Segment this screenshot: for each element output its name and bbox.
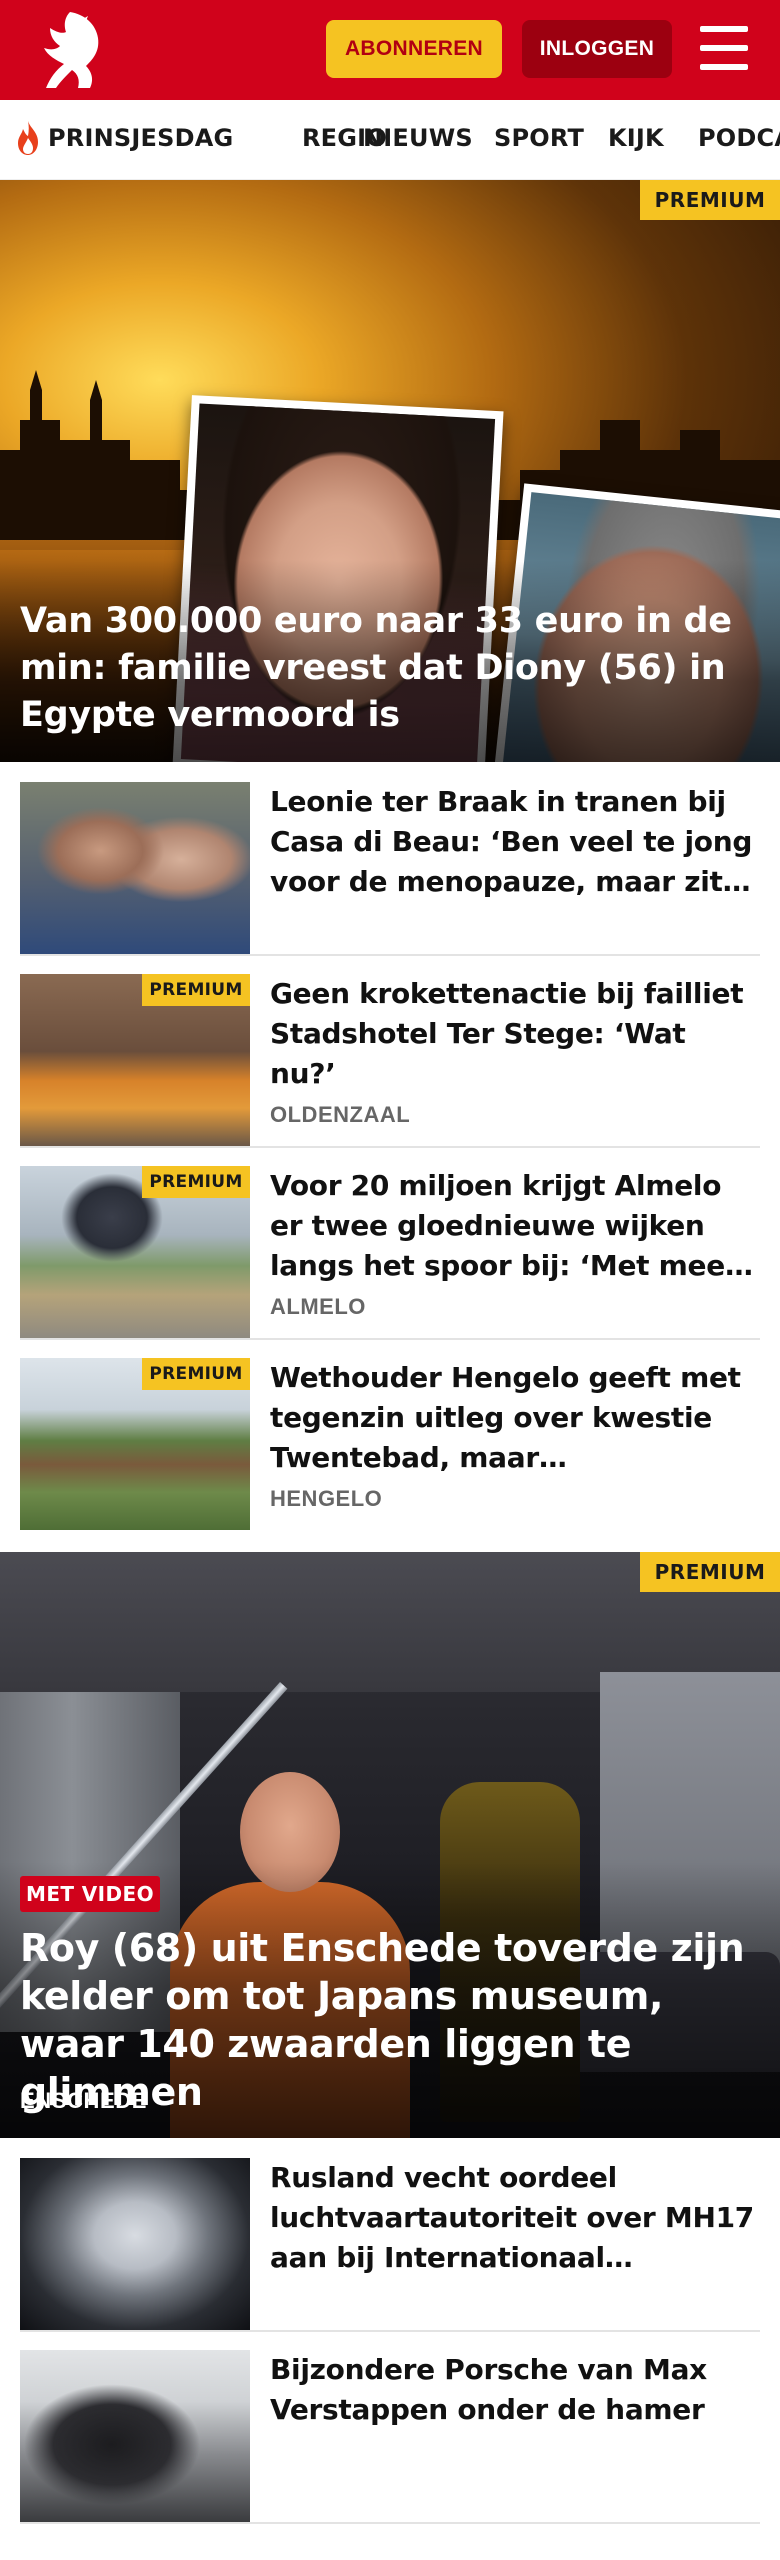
premium-badge: PREMIUM	[640, 180, 780, 220]
article-location: OLDENZAAL	[270, 1102, 411, 1127]
premium-badge: PREMIUM	[142, 1166, 250, 1198]
article-title[interactable]: Geen krokettenactie bij failliet Stadsho…	[270, 974, 760, 1094]
nav-item-kijk[interactable]: KIJK	[608, 124, 664, 152]
nav-item-sport[interactable]: SPORT	[494, 124, 584, 152]
subscribe-button[interactable]: ABONNEREN	[326, 20, 502, 78]
nav-item-prinsjesdag[interactable]: PRINSJESDAG	[48, 124, 233, 152]
article-thumbnail	[20, 2158, 250, 2330]
menu-icon[interactable]	[700, 24, 754, 74]
horse-logo-icon[interactable]	[34, 8, 106, 92]
login-button[interactable]: INLOGGEN	[522, 20, 672, 78]
article-location: ALMELO	[270, 1294, 366, 1319]
article-thumbnail: PREMIUM	[20, 1358, 250, 1530]
article-location: HENGELO	[270, 1486, 383, 1511]
article-thumbnail	[20, 2350, 250, 2522]
article-title[interactable]: Voor 20 miljoen krijgt Almelo er twee gl…	[270, 1166, 760, 1286]
article-title[interactable]: Rusland vecht oordeel luchtvaartautorite…	[270, 2158, 760, 2278]
premium-badge: PREMIUM	[142, 974, 250, 1006]
hero-article-top[interactable]: PREMIUM Van 300.000 euro naar 33 euro in…	[0, 180, 780, 762]
nav-item-nieuws[interactable]: NIEUWS	[363, 124, 473, 152]
flame-icon	[18, 121, 38, 155]
article-title[interactable]: Bijzondere Porsche van Max Verstappen on…	[270, 2350, 760, 2430]
list-item[interactable]: Bijzondere Porsche van Max Verstappen on…	[20, 2330, 760, 2522]
premium-badge: PREMIUM	[640, 1552, 780, 1592]
article-thumbnail: PREMIUM	[20, 1166, 250, 1338]
article-title[interactable]: Wethouder Hengelo geeft met tegenzin uit…	[270, 1358, 760, 1478]
premium-badge: PREMIUM	[142, 1358, 250, 1390]
list-item[interactable]: PREMIUM Geen krokettenactie bij failliet…	[20, 954, 760, 1146]
list-item[interactable]: PREMIUM Wethouder Hengelo geeft met tege…	[20, 1338, 760, 1530]
hero-article-mid[interactable]: PREMIUM MET VIDEO Roy (68) uit Enschede …	[0, 1552, 780, 2138]
section-nav: PRINSJESDAG REGIO NIEUWS SPORT KIJK PODC…	[0, 100, 780, 180]
article-thumbnail	[20, 782, 250, 954]
article-thumbnail: PREMIUM	[20, 974, 250, 1146]
video-badge: MET VIDEO	[20, 1876, 160, 1912]
nav-item-podcast[interactable]: PODCA	[698, 124, 780, 152]
list-item[interactable]: Rusland vecht oordeel luchtvaartautorite…	[20, 2138, 760, 2330]
hero-title[interactable]: Van 300.000 euro naar 33 euro in de min:…	[20, 598, 740, 739]
article-title[interactable]: Leonie ter Braak in tranen bij Casa di B…	[270, 782, 760, 902]
site-header: ABONNEREN INLOGGEN	[0, 0, 780, 100]
list-item[interactable]: PREMIUM Voor 20 miljoen krijgt Almelo er…	[20, 1146, 760, 1338]
article-location: ENSCHEDE	[20, 2088, 148, 2113]
divider	[20, 2522, 760, 2524]
list-item[interactable]: Leonie ter Braak in tranen bij Casa di B…	[20, 762, 760, 954]
